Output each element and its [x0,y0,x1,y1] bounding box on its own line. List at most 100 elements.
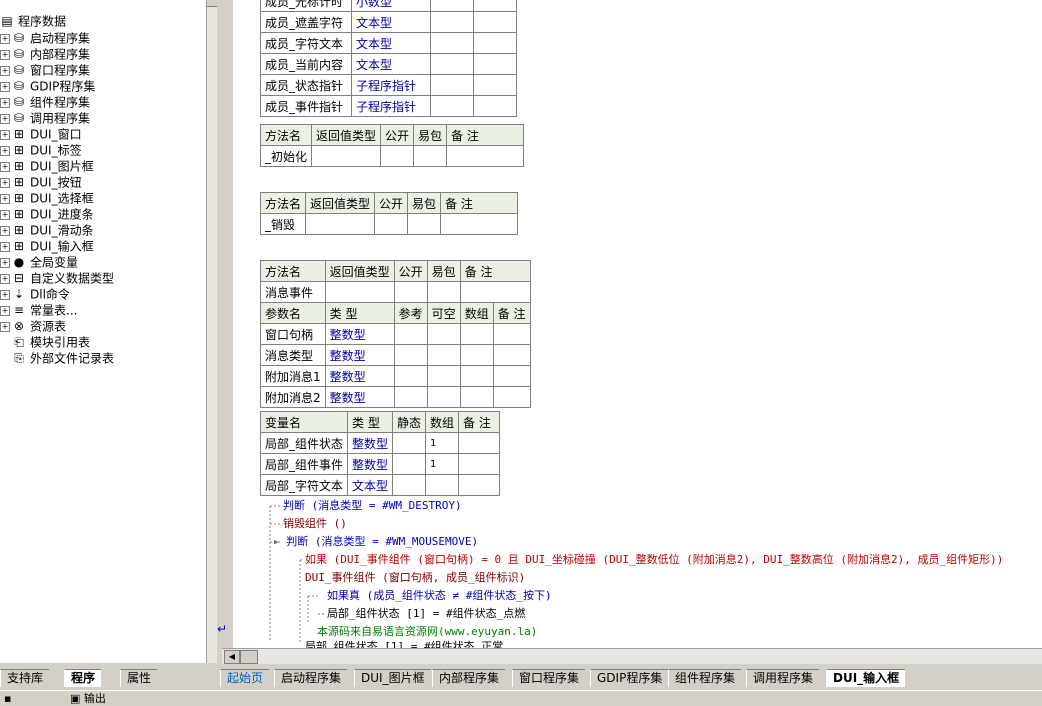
tree-item[interactable]: + ⛁ 调用程序集 [0,110,90,126]
left-tab[interactable]: 程序 [64,669,102,687]
expand-plus-icon[interactable]: + [0,129,10,140]
file-icon: ⎘ [14,351,24,365]
member-row[interactable]: 成员_状态指针 子程序指针 [260,74,517,96]
expand-plus-icon[interactable]: + [0,321,10,332]
method-msg-name[interactable]: 消息事件 [260,281,326,303]
param-row[interactable]: 消息类型 整数型 [260,344,531,366]
tree-item[interactable]: + ⊞ DUI_按钮 [0,174,82,190]
expand-arrow-icon[interactable]: ▸ [273,535,286,548]
expand-plus-icon[interactable]: + [0,161,10,172]
expand-plus-icon[interactable]: + [0,49,10,60]
method-destroy-table: 方法名 返回值类型 公开 易包 备 注 _销毁 [259,192,519,235]
editor-tab[interactable]: GDIP程序集 [590,669,669,687]
dll-icon: ⇣ [13,287,25,301]
splitter[interactable] [217,0,233,663]
editor-horizontal-scrollbar[interactable]: ◀ [222,648,1042,664]
editor-tab[interactable]: DUI_图片框 [354,669,431,687]
tree-root[interactable]: ▤ 程序数据 [0,13,66,29]
code-line-6[interactable]: 如果真 (成员_组件状态 ≠ #组件状态_按下) [327,587,552,605]
disk-stack-icon: ⛁ [13,63,25,77]
tree-item[interactable]: + ● 全局变量 [0,254,78,270]
code-line-9[interactable]: 局部_组件状态 [1] = #组件状态_正常 [305,638,503,648]
expand-plus-icon[interactable]: + [0,177,10,188]
tree-item[interactable]: ⎘ 外部文件记录表 [0,350,114,366]
scroll-thumb[interactable] [240,650,258,664]
tree-item[interactable]: + ≡ 常量表... [0,302,77,318]
member-row[interactable]: 成员_字符文本 文本型 [260,32,517,54]
code-line-4[interactable]: 如果 (DUI_事件组件 (窗口句柄) = 0 且 DUI_坐标碰撞 (DUI_… [305,551,1003,569]
expand-plus-icon[interactable]: + [0,289,10,300]
editor-tab[interactable]: 组件程序集 [668,669,742,687]
tree-item[interactable]: ⎗ 模块引用表 [0,334,90,350]
expand-plus-icon[interactable]: + [0,81,10,92]
tree-item[interactable]: + ⛁ GDIP程序集 [0,78,95,94]
tree-item[interactable]: + ⛁ 组件程序集 [0,94,90,110]
expand-plus-icon[interactable]: + [0,305,10,316]
expand-plus-icon[interactable]: + [0,209,10,220]
member-row[interactable]: 成员_当前内容 文本型 [260,53,517,75]
col-var-remark: 备 注 [458,411,501,433]
param-row[interactable]: 附加消息1 整数型 [260,365,531,387]
expand-plus-icon[interactable]: + [0,257,10,268]
editor-tab[interactable]: 窗口程序集 [512,669,586,687]
tree-item[interactable]: + ⊞ DUI_输入框 [0,238,94,254]
editor-tab[interactable]: DUI_输入框 [826,669,906,687]
output-tab[interactable]: ▣ 输出 [70,692,106,705]
tree-item[interactable]: + ⛁ 内部程序集 [0,46,90,62]
expand-plus-icon[interactable]: + [0,193,10,204]
tree-item[interactable]: + ⛁ 启动程序集 [0,30,90,46]
editor-tab[interactable]: 起始页 [220,669,270,687]
code-line-1[interactable]: 判断 (消息类型 = #WM_DESTROY) [283,497,462,515]
var-row[interactable]: 局部_组件状态 整数型 1 [259,432,501,454]
tree-item[interactable]: + ⊞ DUI_标签 [0,142,82,158]
col-return-type: 返回值类型 [311,124,382,146]
tree-item[interactable]: + ⇣ Dll命令 [0,286,70,302]
tree-item[interactable]: + ⊗ 资源表 [0,318,66,334]
editor-tab[interactable]: 调用程序集 [746,669,820,687]
code-line-5[interactable]: DUI_事件组件 (窗口句柄, 成员_组件标识) [305,569,525,587]
class-icon: ⊞ [13,223,25,237]
status-icon: ▪ [4,692,12,705]
global-icon: ● [13,255,25,269]
member-row[interactable]: 成员_事件指针 子程序指针 [260,95,517,117]
var-row[interactable]: 局部_组件事件 整数型 1 [259,453,501,475]
code-line-7[interactable]: 局部_组件状态 [1] = #组件状态_点燃 [327,605,525,623]
class-icon: ⊞ [13,127,25,141]
code-line-2[interactable]: 销毁组件 () [283,515,347,533]
tree-item[interactable]: + ⊞ DUI_图片框 [0,158,94,174]
tree-item[interactable]: + ⛁ 窗口程序集 [0,62,90,78]
expand-plus-icon[interactable]: + [0,97,10,108]
param-row[interactable]: 窗口句柄 整数型 [260,323,531,345]
member-row[interactable]: 成员_遮盖字符 文本型 [260,11,517,33]
code-line-3[interactable]: ▸ 判断 (消息类型 = #WM_MOUSEMOVE) [273,533,478,551]
disk-stack-icon: ⛁ [13,47,25,61]
expand-plus-icon[interactable]: + [0,33,10,44]
expand-plus-icon[interactable]: + [0,113,10,124]
expand-plus-icon[interactable]: + [0,225,10,236]
method-destroy-name[interactable]: _销毁 [259,213,307,235]
param-row[interactable]: 附加消息2 整数型 [260,386,531,408]
editor-tab[interactable]: 内部程序集 [432,669,506,687]
tree-vertical-scrollbar[interactable] [206,0,217,663]
method-init-name[interactable]: _初始化 [259,145,313,167]
left-tab[interactable]: 支持库 [0,669,50,687]
editor-tab[interactable]: 启动程序集 [274,669,348,687]
member-row[interactable]: 成员_光标计时 小数型 [260,0,517,12]
col-easy-pack: 易包 [426,260,461,282]
scroll-up-arrow-icon[interactable] [207,0,217,7]
tree-item[interactable]: + ⊞ DUI_选择框 [0,190,94,206]
tree-item[interactable]: + ⊟ 自定义数据类型 [0,270,114,286]
col-param-remark: 备 注 [492,302,531,324]
expand-plus-icon[interactable]: + [0,273,10,284]
expand-plus-icon[interactable]: + [0,145,10,156]
left-tab[interactable]: 属性 [120,669,158,687]
expand-plus-icon[interactable]: + [0,65,10,76]
code-editor[interactable]: 成员_光标计时 小数型 成员_遮盖字符 文本型 成员_字符文本 文本型 成员_当前内容 文本型… [233,0,1042,648]
scroll-left-arrow-icon[interactable]: ◀ [224,650,240,664]
tree-item[interactable]: + ⊞ DUI_滑动条 [0,222,94,238]
tree-item[interactable]: + ⊞ DUI_窗口 [0,126,82,142]
var-row[interactable]: 局部_字符文本 文本型 [259,474,501,496]
expand-plus-icon[interactable]: + [0,241,10,252]
col-param-type: 类 型 [324,302,395,324]
tree-item[interactable]: + ⊞ DUI_进度条 [0,206,94,222]
